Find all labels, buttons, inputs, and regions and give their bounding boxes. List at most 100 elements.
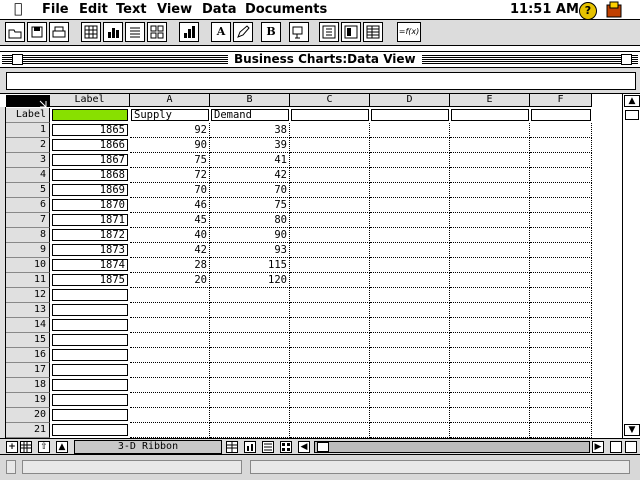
label-cell[interactable]: 1869 [52,184,128,196]
table-cell[interactable] [290,183,370,198]
table-cell[interactable] [290,333,370,348]
label-cell[interactable] [52,319,128,331]
column-header-d[interactable]: D [370,94,450,107]
save-icon[interactable] [27,22,47,42]
chart-type-icon[interactable] [179,22,199,42]
copy-format-icon[interactable] [289,22,309,42]
table-cell[interactable] [290,288,370,303]
chart-select-icon[interactable]: ▲ [56,441,68,453]
table-cell[interactable]: 42 [130,243,210,258]
scroll-up-arrow-icon[interactable]: ▲ [624,95,640,107]
table-cell[interactable] [210,318,290,333]
table-cell[interactable] [290,198,370,213]
table-cell[interactable] [530,318,592,333]
label-cell[interactable]: 1868 [52,169,128,181]
series-label-cell[interactable]: Demand [211,109,289,121]
table-cell[interactable] [530,198,592,213]
table-cell[interactable] [450,348,530,363]
series-label-cell[interactable]: Supply [131,109,209,121]
table-cell[interactable] [530,333,592,348]
table-cell[interactable]: 115 [210,258,290,273]
label-cell[interactable]: 1866 [52,139,128,151]
horizontal-scrollbar[interactable] [314,441,590,453]
table-cell[interactable]: 70 [210,183,290,198]
table-cell[interactable]: 75 [210,198,290,213]
table-cell[interactable] [290,423,370,438]
chart-type-label[interactable]: 3-D Ribbon [74,440,222,454]
label-cell[interactable]: 1872 [52,229,128,241]
menu-file[interactable]: File [42,2,69,17]
table-cell[interactable] [370,393,450,408]
row-header[interactable]: 1 [6,123,50,138]
menu-data[interactable]: Data [202,2,237,17]
table-cell[interactable] [210,408,290,423]
tile-view-icon[interactable] [280,441,292,453]
table-cell[interactable] [450,378,530,393]
label-cell[interactable] [52,289,128,301]
label-cell[interactable]: 1865 [52,124,128,136]
table-cell[interactable] [530,393,592,408]
table-cell[interactable] [450,288,530,303]
table-layout-icon[interactable] [147,22,167,42]
table-cell[interactable] [450,228,530,243]
table-cell[interactable] [370,363,450,378]
table-cell[interactable] [370,318,450,333]
table-cell[interactable] [290,168,370,183]
table-cell[interactable] [370,288,450,303]
menu-view[interactable]: View [157,2,192,17]
label-cell[interactable]: 1867 [52,154,128,166]
table-cell[interactable] [530,258,592,273]
table-cell[interactable] [450,243,530,258]
row-header[interactable]: 4 [6,168,50,183]
select-all-corner[interactable] [6,95,50,108]
table-cell[interactable] [130,408,210,423]
label-cell[interactable] [52,379,128,391]
table-cell[interactable] [130,423,210,438]
table-cell[interactable] [290,363,370,378]
table-cell[interactable] [530,213,592,228]
table-cell[interactable] [370,258,450,273]
table-cell[interactable] [130,378,210,393]
table-cell[interactable] [370,198,450,213]
table-cell[interactable] [370,138,450,153]
row-header[interactable]: 2 [6,138,50,153]
table-cell[interactable] [530,138,592,153]
table-cell[interactable]: 38 [210,123,290,138]
table-cell[interactable] [450,423,530,438]
table-cell[interactable]: 41 [210,153,290,168]
label-cell[interactable]: 1871 [52,214,128,226]
pencil-edit-icon[interactable] [233,22,253,42]
table-cell[interactable] [530,243,592,258]
table-cell[interactable] [290,153,370,168]
table-cell[interactable] [210,333,290,348]
table-cell[interactable] [130,393,210,408]
table-cell[interactable] [530,273,592,288]
table-cell[interactable] [290,243,370,258]
row-header[interactable]: 9 [6,243,50,258]
bar-view-icon[interactable] [244,441,256,453]
row-header-label[interactable]: Label [6,108,50,123]
label-cell[interactable]: 1874 [52,259,128,271]
open-folder-icon[interactable] [5,22,25,42]
table-cell[interactable] [290,138,370,153]
table-cell[interactable]: 28 [130,258,210,273]
series-label-cell[interactable] [451,109,529,121]
table-cell[interactable] [130,348,210,363]
table-cell[interactable]: 80 [210,213,290,228]
row-header[interactable]: 6 [6,198,50,213]
table-cell[interactable] [530,303,592,318]
table-cell[interactable] [210,348,290,363]
table-cell[interactable]: 39 [210,138,290,153]
table-cell[interactable] [370,348,450,363]
table-cell[interactable]: 40 [130,228,210,243]
row-header[interactable]: 18 [6,378,50,393]
row-header[interactable]: 5 [6,183,50,198]
table-cell[interactable] [210,303,290,318]
label-cell[interactable] [52,409,128,421]
table-cell[interactable] [530,153,592,168]
table-cell[interactable] [130,333,210,348]
table-cell[interactable] [130,318,210,333]
resize-icon[interactable] [625,441,637,453]
menu-edit[interactable]: Edit [79,2,108,17]
table-cell[interactable] [530,168,592,183]
